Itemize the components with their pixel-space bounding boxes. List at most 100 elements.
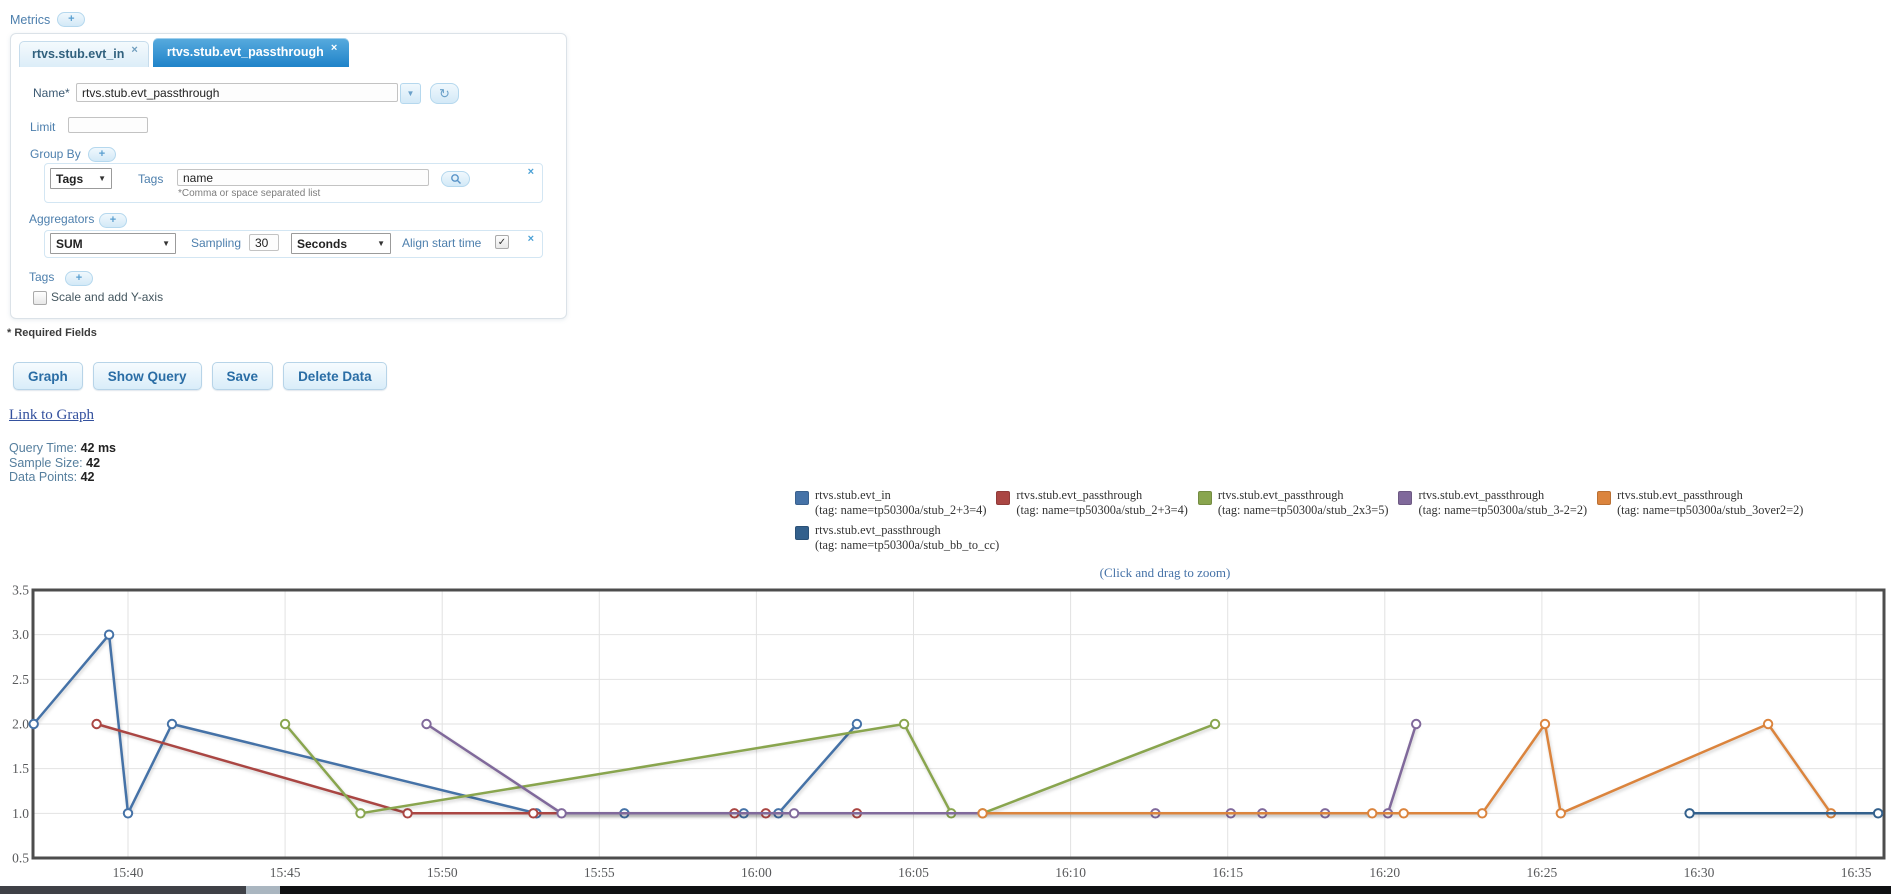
scale-y-axis-checkbox[interactable] — [33, 291, 47, 305]
legend-row: rtvs.stub.evt_in (tag: name=tp50300a/stub… — [795, 488, 1885, 517]
limit-input[interactable] — [68, 117, 148, 133]
aggregator-fn-select[interactable]: SUM ▼ — [50, 233, 176, 254]
kairosdb-query-page: Metrics + rtvs.stub.evt_in × rtvs.stub.e… — [0, 0, 1891, 894]
series-swatch — [1597, 491, 1612, 505]
tab-evt-passthrough[interactable]: rtvs.stub.evt_passthrough × — [152, 38, 350, 67]
legend-item[interactable]: rtvs.stub.evt_passthrough (tag: name=tp50… — [1398, 488, 1587, 517]
svg-text:16:30: 16:30 — [1684, 865, 1715, 880]
check-icon: ✓ — [497, 236, 507, 248]
remove-group-by-icon[interactable]: × — [528, 166, 534, 178]
group-by-tags-input[interactable] — [177, 169, 429, 186]
timeseries-chart[interactable]: 0.5 1.0 1.5 2.0 2.5 3.0 3.5 15:40 15:45 15:50 15:5… — [0, 580, 1891, 882]
tag-search-button[interactable] — [441, 171, 470, 187]
legend-item[interactable]: rtvs.stub.evt_passthrough (tag: name=tp50… — [1197, 488, 1389, 517]
metric-panel: rtvs.stub.evt_in × rtvs.stub.evt_passthr… — [10, 33, 567, 319]
legend-text: rtvs.stub.evt_passthrough (tag: name=tp50… — [1418, 488, 1588, 517]
tab-close-icon[interactable]: × — [331, 42, 337, 54]
chevron-down-icon: ▼ — [406, 89, 415, 98]
chart-plot-area[interactable]: 0.5 1.0 1.5 2.0 2.5 3.0 3.5 15:40 15:45 15:50 15:5… — [0, 580, 1891, 882]
add-metric-button[interactable]: + — [57, 12, 86, 27]
remove-aggregator-icon[interactable]: × — [528, 233, 534, 245]
sampling-unit-select[interactable]: Seconds ▼ — [291, 233, 391, 254]
svg-text:1.0: 1.0 — [12, 806, 29, 821]
query-time-value: 42 ms — [80, 441, 117, 455]
metric-name-input[interactable] — [76, 83, 398, 102]
add-tag-button[interactable]: + — [65, 271, 93, 286]
svg-text:16:10: 16:10 — [1055, 865, 1086, 880]
svg-text:16:25: 16:25 — [1527, 865, 1558, 880]
svg-text:1.5: 1.5 — [12, 761, 29, 776]
series-swatch — [795, 526, 809, 540]
legend-item[interactable]: rtvs.stub.evt_in (tag: name=tp50300a/stub… — [795, 488, 986, 517]
metric-tabs: rtvs.stub.evt_in × rtvs.stub.evt_passthr… — [19, 38, 350, 67]
svg-text:15:40: 15:40 — [113, 865, 144, 880]
refresh-button[interactable]: ↻ — [430, 83, 459, 104]
add-aggregator-button[interactable]: + — [99, 213, 127, 228]
strip-segment — [280, 886, 1891, 894]
tab-close-icon[interactable]: × — [131, 44, 137, 56]
chevron-down-icon: ▼ — [98, 174, 106, 183]
data-points-label: Data Points: — [9, 470, 78, 484]
legend-text: rtvs.stub.evt_passthrough (tag: name=tp50… — [1217, 488, 1389, 517]
metrics-label: Metrics — [10, 12, 51, 27]
plus-icon: + — [109, 214, 117, 226]
query-stats: Query Time: 42 ms Sample Size: 42 Data P… — [9, 441, 116, 485]
align-start-time-label: Align start time — [402, 236, 482, 250]
svg-text:16:20: 16:20 — [1369, 865, 1400, 880]
legend-item[interactable]: rtvs.stub.evt_passthrough (tag: name=tp50… — [1597, 488, 1803, 517]
zoom-hint: (Click and drag to zoom) — [1099, 565, 1231, 580]
bottom-strip — [0, 886, 1891, 894]
svg-text:2.0: 2.0 — [12, 716, 29, 731]
plus-icon: + — [75, 272, 83, 284]
sample-size-row: Sample Size: 42 — [9, 456, 116, 471]
series-swatch — [996, 491, 1011, 505]
delete-data-button[interactable]: Delete Data — [283, 362, 387, 390]
show-query-button[interactable]: Show Query — [92, 362, 202, 390]
add-group-by-button[interactable]: + — [88, 147, 116, 162]
legend-item[interactable]: rtvs.stub.evt_passthrough (tag: name=tp50… — [996, 488, 1188, 517]
legend-text: rtvs.stub.evt_passthrough (tag: name=tp50… — [815, 523, 1000, 552]
sampling-label: Sampling — [191, 236, 242, 250]
select-value: Tags — [56, 171, 84, 186]
query-time-row: Query Time: 42 ms — [9, 441, 116, 456]
sampling-value-input[interactable] — [249, 234, 279, 251]
svg-text:15:50: 15:50 — [427, 865, 458, 880]
name-label: Name* — [33, 86, 70, 100]
plus-icon: + — [68, 13, 75, 25]
required-fields-note: * Required Fields — [7, 327, 97, 339]
svg-text:3.5: 3.5 — [12, 583, 29, 598]
svg-text:16:05: 16:05 — [898, 865, 929, 880]
save-button[interactable]: Save — [211, 362, 274, 390]
data-points-value: 42 — [80, 470, 95, 484]
graph-button[interactable]: Graph — [13, 362, 83, 390]
svg-text:0.5: 0.5 — [12, 850, 29, 865]
tab-label: rtvs.stub.evt_passthrough — [166, 45, 324, 59]
sample-size-value: 42 — [86, 455, 101, 470]
svg-text:3.0: 3.0 — [12, 627, 29, 642]
series-swatch — [795, 491, 809, 505]
group-by-hint: *Comma or space separated list — [178, 188, 321, 199]
group-by-type-select[interactable]: Tags ▼ — [50, 168, 112, 189]
tab-evt-in[interactable]: rtvs.stub.evt_in × — [19, 41, 149, 67]
svg-text:2.5: 2.5 — [12, 672, 29, 687]
limit-label: Limit — [30, 120, 56, 134]
sample-size-label: Sample Size: — [9, 455, 83, 470]
link-to-graph[interactable]: Link to Graph — [9, 407, 94, 424]
series-swatch — [1398, 491, 1413, 505]
refresh-icon: ↻ — [439, 85, 450, 101]
group-by-row: Tags ▼ Tags × *Comma or space separated … — [44, 163, 543, 203]
legend-text: rtvs.stub.evt_in (tag: name=tp50300a/stub… — [815, 488, 987, 517]
search-icon — [450, 174, 461, 184]
tab-label: rtvs.stub.evt_in — [32, 47, 125, 61]
group-by-tags-label: Tags — [138, 172, 164, 186]
aggregators-label: Aggregators — [29, 212, 95, 226]
action-buttons: Graph Show Query Save Delete Data — [13, 362, 387, 390]
svg-text:16:15: 16:15 — [1212, 865, 1243, 880]
name-dropdown-button[interactable]: ▼ — [400, 83, 421, 104]
aggregator-row: SUM ▼ Sampling Seconds ▼ Align start tim… — [44, 230, 543, 258]
svg-text:15:45: 15:45 — [270, 865, 301, 880]
legend-item[interactable]: rtvs.stub.evt_passthrough (tag: name=tp50… — [795, 523, 999, 552]
svg-text:15:55: 15:55 — [584, 865, 615, 880]
align-start-time-checkbox[interactable]: ✓ — [495, 235, 509, 249]
tags-label: Tags — [29, 270, 55, 284]
